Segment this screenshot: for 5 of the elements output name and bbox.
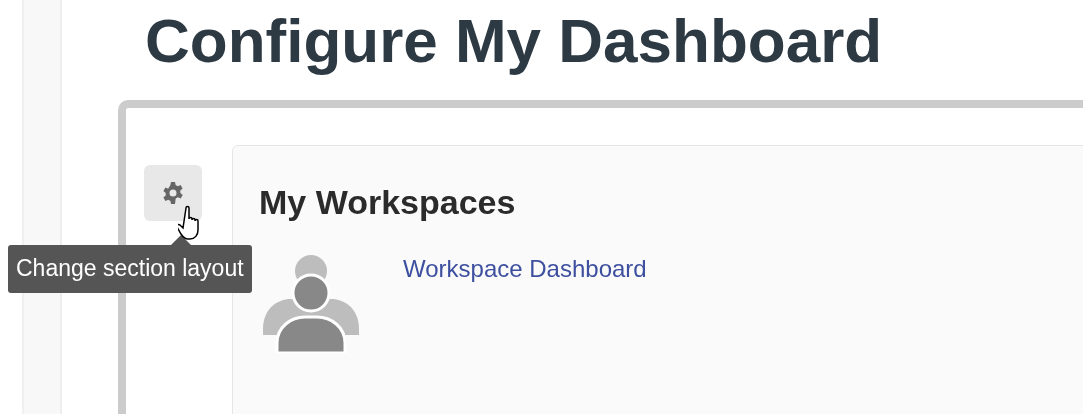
settings-icon — [161, 181, 185, 206]
tooltip: Change section layout — [8, 245, 252, 293]
card-title: My Workspaces — [259, 182, 517, 224]
page-title: Configure My Dashboard — [145, 5, 884, 77]
workspace-link[interactable]: Workspace Dashboard — [403, 251, 647, 288]
